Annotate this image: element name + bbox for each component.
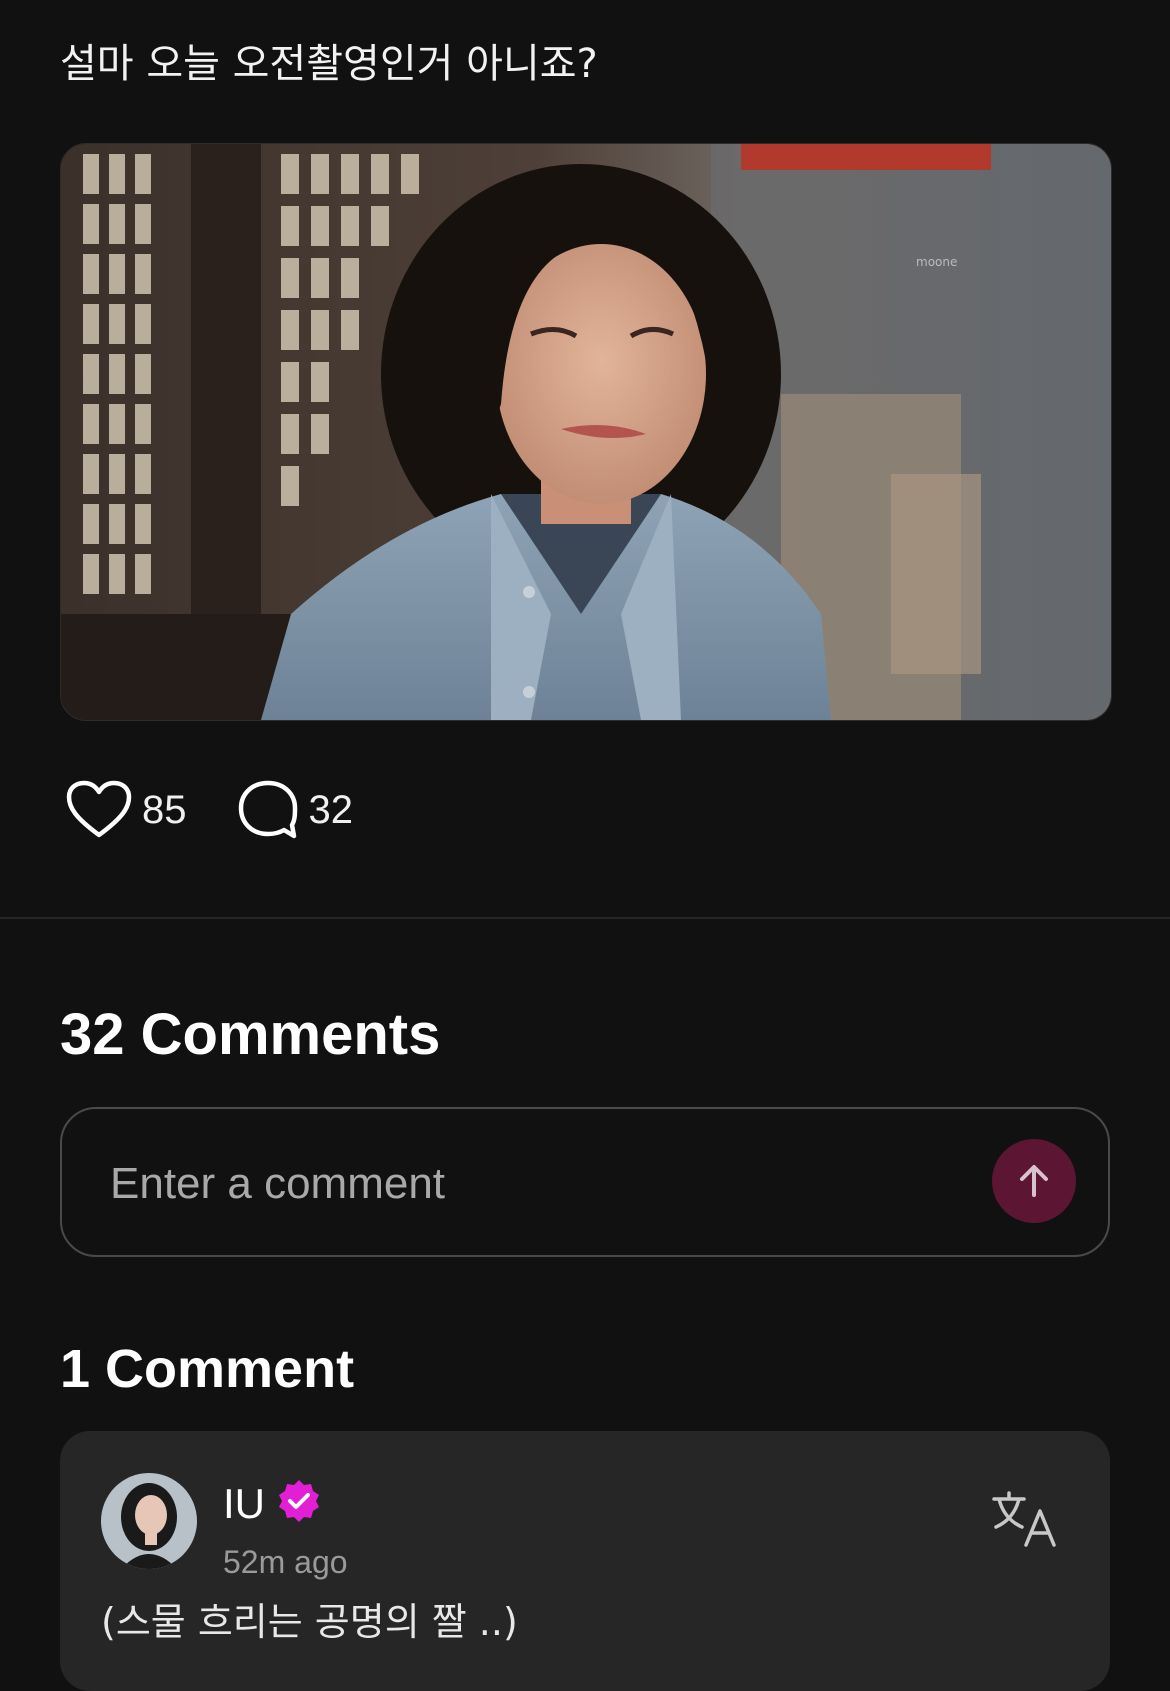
comment-button[interactable]: 32 (237, 779, 354, 841)
comment-time: 52m ago (223, 1544, 348, 1580)
avatar[interactable] (101, 1473, 197, 1569)
arrow-up-icon (1020, 1165, 1048, 1197)
post-image[interactable]: moone (60, 143, 1112, 721)
comment-card[interactable]: IU 52m ago (스물 흐리는 공명의 짤 ..) (60, 1431, 1110, 1691)
speech-bubble-icon (238, 780, 297, 839)
comment-count: 32 (308, 787, 354, 832)
artist-comments-heading: 1 Comment (60, 1339, 355, 1399)
like-button[interactable]: 85 (66, 780, 187, 840)
post-actions: 85 32 (66, 776, 353, 844)
verified-badge-icon (279, 1480, 319, 1522)
translate-icon[interactable] (990, 1489, 1060, 1549)
like-count: 85 (142, 787, 187, 832)
heart-icon (66, 780, 132, 838)
comment-composer (60, 1107, 1110, 1257)
send-button[interactable] (992, 1139, 1076, 1223)
post-text: 설마 오늘 오전촬영인거 아니죠? (60, 41, 598, 87)
author-name: IU (223, 1480, 265, 1527)
comments-heading: 32 Comments (60, 1002, 441, 1067)
svg-text:moone: moone (916, 255, 957, 269)
comment-input[interactable] (108, 1145, 932, 1223)
comment-text: (스물 흐리는 공명의 짤 ..) (101, 1600, 518, 1644)
divider (0, 917, 1170, 919)
